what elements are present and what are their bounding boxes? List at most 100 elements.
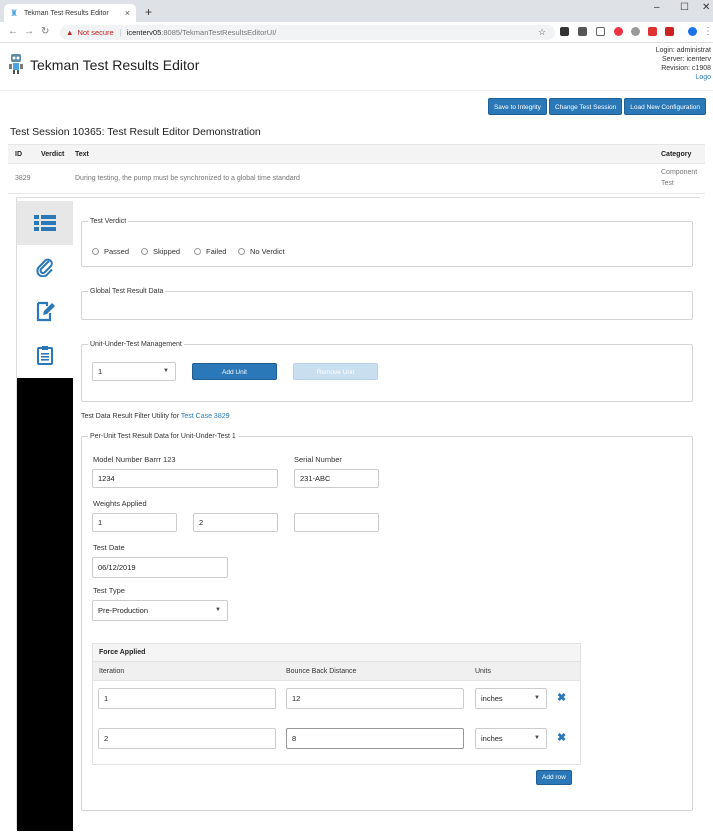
units-value-1: inches (481, 694, 503, 703)
units-value-2: inches (481, 734, 503, 743)
col-verdict: Verdict (41, 151, 65, 158)
extension-icon[interactable] (560, 27, 569, 36)
sidebar-item-edit[interactable] (17, 289, 73, 333)
toolbar: Save to Integrity Change Test Session Lo… (487, 98, 706, 115)
extension-icon[interactable] (596, 27, 605, 36)
col-bounce-back: Bounce Back Distance (286, 668, 357, 675)
verdict-passed-radio[interactable]: Passed (92, 247, 129, 256)
row-text: During testing, the pump must be synchro… (75, 175, 300, 182)
filter-prefix: Test Data Result Filter Utility for (81, 413, 180, 420)
bounce-input-1[interactable]: 12 (286, 688, 464, 709)
profile-avatar[interactable] (688, 27, 697, 36)
extension-icon[interactable] (648, 27, 657, 36)
verdict-failed-radio[interactable]: Failed (194, 247, 226, 256)
robot-favicon-icon: ♜ (10, 7, 19, 18)
close-window-button[interactable]: ✕ (702, 2, 710, 13)
radio-circle (238, 248, 245, 255)
sidebar-item-checklist[interactable] (17, 333, 73, 377)
row-category-line2: Test (661, 180, 674, 187)
extension-icon[interactable] (631, 27, 640, 36)
row-category-line1: Component (661, 169, 698, 176)
units-select-1[interactable]: inches ▼ (475, 688, 547, 709)
logout-link[interactable]: Logo (656, 73, 711, 82)
tab-title: Tekman Test Results Editor (24, 9, 109, 17)
minimize-button[interactable]: – (654, 2, 660, 13)
bounce-input-2[interactable]: 8 (286, 728, 464, 749)
per-unit-data-legend: Per-Unit Test Result Data for Unit-Under… (90, 433, 236, 440)
model-number-input[interactable]: 1234 (92, 469, 278, 488)
verdict-passed-label: Passed (104, 247, 130, 256)
add-unit-button[interactable]: Add Unit (192, 363, 277, 380)
editor-main: Test Verdict Passed Skipped Failed No Ve… (73, 198, 701, 831)
verdict-no-verdict-radio[interactable]: No Verdict (238, 247, 285, 256)
result-editor-panel: Test Verdict Passed Skipped Failed No Ve… (16, 197, 701, 831)
change-test-session-button[interactable]: Change Test Session (548, 98, 623, 115)
forward-icon[interactable]: → (24, 26, 34, 37)
load-new-configuration-button[interactable]: Load New Configuration (624, 98, 706, 115)
force-applied-title: Force Applied (93, 644, 580, 662)
iteration-input-2[interactable]: 2 (98, 728, 276, 749)
browser-tab-strip: ♜ Tekman Test Results Editor × + – ☐ ✕ (0, 0, 713, 22)
back-icon[interactable]: ← (8, 26, 18, 37)
robot-logo-icon (9, 54, 23, 74)
table-header: ID Verdict Text Category (8, 145, 705, 164)
warning-icon: ▲ (66, 28, 74, 37)
extension-icon[interactable] (665, 27, 674, 36)
serial-number-label: Serial Number (294, 455, 342, 464)
save-to-integrity-button[interactable]: Save to Integrity (487, 98, 547, 115)
col-text: Text (75, 151, 89, 158)
bookmark-star-icon[interactable]: ☆ (538, 27, 546, 38)
test-date-label: Test Date (93, 543, 125, 552)
chevron-down-icon: ▼ (163, 368, 169, 374)
reload-icon[interactable]: ↻ (41, 26, 49, 37)
sidebar-item-results[interactable] (17, 201, 73, 245)
paperclip-icon (36, 258, 53, 277)
browser-menu-icon[interactable]: ⋮ (703, 26, 713, 37)
extension-icon[interactable] (614, 27, 623, 36)
serial-number-input[interactable]: 231-ABC (294, 469, 379, 488)
units-select-2[interactable]: inches ▼ (475, 728, 547, 749)
remove-row-icon[interactable]: ✖ (557, 691, 566, 704)
add-row-button[interactable]: Add row (536, 770, 572, 785)
server-label: Server: icenterv (661, 56, 711, 63)
test-results-table: ID Verdict Text Category 3829 During tes… (8, 144, 705, 194)
filter-utility-text: Test Data Result Filter Utility for Test… (81, 413, 230, 420)
radio-circle (141, 248, 148, 255)
remove-row-icon[interactable]: ✖ (557, 731, 566, 744)
remove-unit-button[interactable]: Remove Unit (293, 363, 378, 380)
test-type-label: Test Type (93, 586, 125, 595)
not-secure-label: Not secure (77, 28, 114, 37)
row-id: 3829 (15, 175, 31, 182)
test-verdict-legend: Test Verdict (90, 218, 127, 225)
weight-input-3[interactable] (294, 513, 379, 532)
chevron-down-icon: ▼ (215, 607, 221, 613)
weights-applied-label: Weights Applied (93, 499, 147, 508)
table-row[interactable]: 3829 During testing, the pump must be sy… (8, 164, 705, 194)
extension-icon[interactable] (578, 27, 587, 36)
force-applied-panel: Force Applied Iteration Bounce Back Dist… (92, 643, 581, 765)
test-type-select[interactable]: Pre-Production ▼ (92, 600, 228, 621)
url-path: :8085/TekmanTestResultsEditorUI/ (161, 28, 277, 37)
weight-input-1[interactable]: 1 (92, 513, 177, 532)
verdict-skipped-radio[interactable]: Skipped (141, 247, 180, 256)
maximize-button[interactable]: ☐ (680, 2, 689, 13)
verdict-skipped-label: Skipped (153, 247, 181, 256)
test-date-input[interactable]: 06/12/2019 (92, 557, 228, 578)
iteration-input-1[interactable]: 1 (98, 688, 276, 709)
clipboard-icon (37, 346, 53, 365)
address-bar-row: ← → ↻ ▲ Not secure | icenterv05 :8085/Te… (0, 22, 713, 43)
force-table-header: Iteration Bounce Back Distance Units (93, 662, 580, 681)
browser-tab[interactable]: ♜ Tekman Test Results Editor × (4, 4, 136, 22)
url-input[interactable]: ▲ Not secure | icenterv05 :8085/TekmanTe… (60, 25, 555, 40)
new-tab-button[interactable]: + (145, 5, 152, 19)
global-test-result-fieldset: Global Test Result Data (81, 288, 693, 320)
page-title: Test Session 10365: Test Result Editor D… (10, 126, 261, 138)
url-host: icenterv05 (126, 28, 162, 37)
unit-select[interactable]: 1 ▼ (92, 362, 176, 381)
verdict-failed-label: Failed (206, 247, 227, 256)
weight-input-2[interactable]: 2 (193, 513, 278, 532)
sidebar-item-attachments[interactable] (17, 245, 73, 289)
test-case-link[interactable]: Test Case 3829 (181, 413, 230, 420)
unit-under-test-legend: Unit-Under-Test Management (90, 341, 182, 348)
tab-close-icon[interactable]: × (125, 8, 130, 18)
